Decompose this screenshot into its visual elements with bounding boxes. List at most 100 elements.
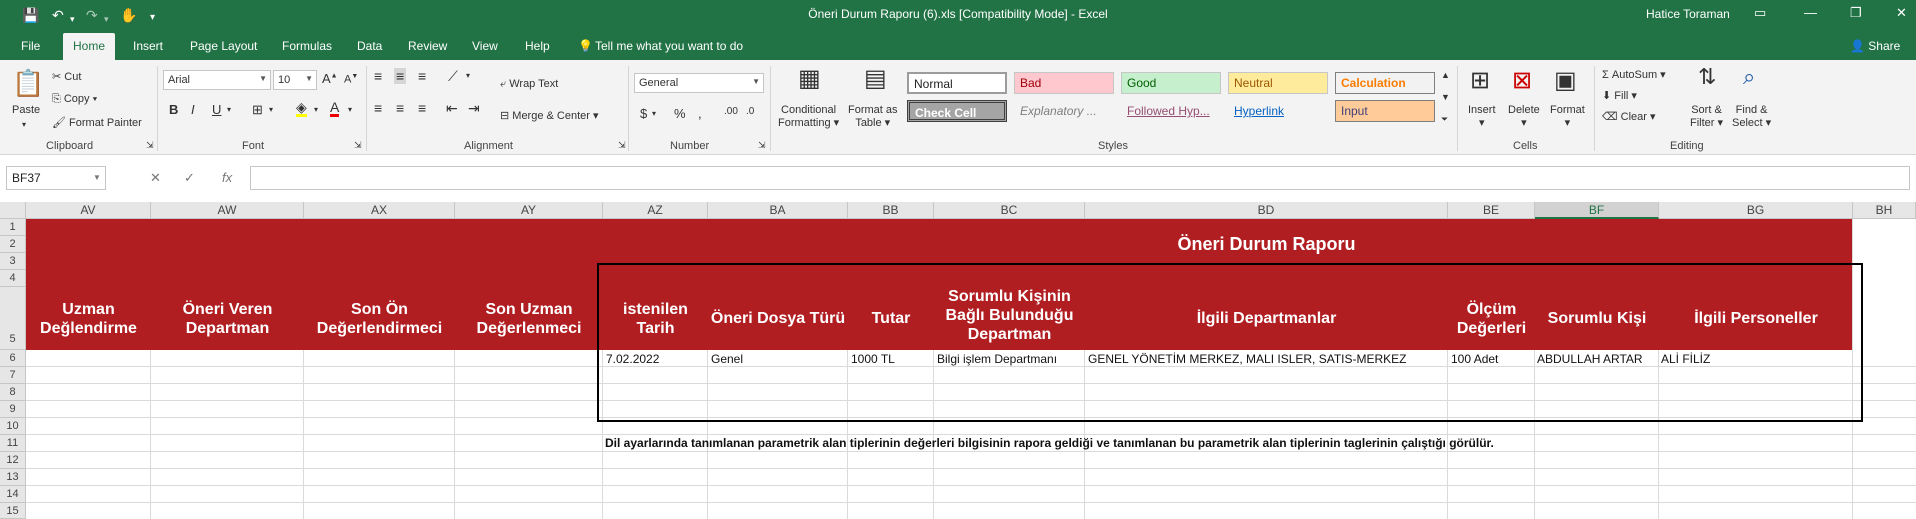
align-middle-icon[interactable]: ≡ <box>394 68 407 84</box>
select-all-corner[interactable] <box>0 202 26 219</box>
column-header-bf[interactable]: BF <box>1535 202 1659 219</box>
worksheet-grid[interactable]: AV AW AX AY AZ BA BB BC BD BE BF BG BH 1… <box>0 202 1916 519</box>
increase-indent-icon[interactable]: ⇥ <box>468 100 480 117</box>
row-header-8[interactable]: 8 <box>0 384 26 401</box>
fill-color-icon[interactable]: ◈ <box>296 100 307 117</box>
align-left-icon[interactable]: ≡ <box>374 100 382 116</box>
copy-button[interactable]: ⎘ Copy ▾ <box>52 93 97 106</box>
decrease-indent-icon[interactable]: ⇤ <box>446 100 458 117</box>
sort-filter-button[interactable]: Sort & Filter ▾ <box>1690 104 1723 130</box>
column-header-av[interactable]: AV <box>26 202 151 219</box>
font-name-select[interactable]: Arial ▼ <box>163 70 271 90</box>
fill-button[interactable]: ⬇ Fill ▾ <box>1602 89 1637 102</box>
borders-dropdown-icon[interactable]: ▾ <box>269 105 273 114</box>
styles-scroll-down-icon[interactable]: ▼ <box>1441 92 1450 102</box>
user-name[interactable]: Hatice Toraman <box>1646 7 1730 21</box>
currency-dropdown-icon[interactable]: ▾ <box>652 109 656 118</box>
sort-filter-icon[interactable]: ⇅ <box>1698 64 1716 90</box>
restore-icon[interactable]: ❐ <box>1850 5 1862 21</box>
format-cells-button[interactable]: Format ▾ <box>1550 104 1585 130</box>
align-right-icon[interactable]: ≡ <box>418 100 426 116</box>
row-header-4[interactable]: 4 <box>0 270 26 287</box>
clear-button[interactable]: ⌫ Clear ▾ <box>1602 110 1656 123</box>
insert-function-icon[interactable]: fx <box>222 170 232 185</box>
row-header-11[interactable]: 11 <box>0 435 26 452</box>
format-painter-button[interactable]: 🖌 Format Painter <box>52 116 142 129</box>
row-header-3[interactable]: 3 <box>0 253 26 270</box>
wrap-text-button[interactable]: ⤶ Wrap Text <box>500 78 558 91</box>
column-header-bb[interactable]: BB <box>848 202 934 219</box>
align-top-icon[interactable]: ≡ <box>374 68 382 84</box>
header-uzman-degerlendirme[interactable]: Uzman Değlendirme <box>26 287 151 350</box>
row-header-6[interactable]: 6 <box>0 350 26 367</box>
align-center-icon[interactable]: ≡ <box>396 100 404 116</box>
font-color-dropdown-icon[interactable]: ▾ <box>348 105 352 114</box>
styles-scroll-up-icon[interactable]: ▲ <box>1441 70 1450 80</box>
increase-font-icon[interactable]: A▲ <box>322 71 338 86</box>
find-select-icon[interactable]: ⌕ <box>1743 64 1755 90</box>
style-followed-hyperlink[interactable]: Followed Hyp... <box>1121 100 1221 122</box>
tab-insert[interactable]: Insert <box>133 39 163 53</box>
font-color-icon[interactable]: A <box>330 100 340 117</box>
row-header-7[interactable]: 7 <box>0 367 26 384</box>
row-header-14[interactable]: 14 <box>0 486 26 503</box>
style-explanatory[interactable]: Explanatory ... <box>1014 100 1114 122</box>
decrease-font-icon[interactable]: A▼ <box>344 73 358 86</box>
paste-button[interactable]: Paste <box>12 104 40 117</box>
name-box-dropdown-icon[interactable]: ▼ <box>93 173 101 182</box>
row-header-12[interactable]: 12 <box>0 452 26 469</box>
column-header-az[interactable]: AZ <box>603 202 708 219</box>
tab-page-layout[interactable]: Page Layout <box>190 39 257 53</box>
row-header-2[interactable]: 2 <box>0 236 26 253</box>
align-bottom-icon[interactable]: ≡ <box>418 68 426 84</box>
enter-icon[interactable]: ✓ <box>184 170 195 186</box>
underline-icon[interactable]: U <box>212 102 221 117</box>
currency-icon[interactable]: $ <box>640 106 647 121</box>
style-neutral[interactable]: Neutral <box>1228 72 1328 94</box>
style-good[interactable]: Good <box>1121 72 1221 94</box>
comma-style-icon[interactable]: , <box>698 106 702 121</box>
tab-review[interactable]: Review <box>408 39 447 53</box>
tab-home[interactable]: Home <box>63 33 116 60</box>
autosum-button[interactable]: Σ AutoSum ▾ <box>1602 68 1666 81</box>
paste-dropdown-icon[interactable]: ▾ <box>22 118 26 131</box>
style-hyperlink[interactable]: Hyperlink <box>1228 100 1328 122</box>
row-header-10[interactable]: 10 <box>0 418 26 435</box>
tab-view[interactable]: View <box>472 39 498 53</box>
row-header-1[interactable]: 1 <box>0 219 26 236</box>
name-box[interactable]: BF37 <box>6 166 106 190</box>
borders-icon[interactable]: ⊞ <box>252 102 263 118</box>
bold-icon[interactable]: B <box>169 102 178 117</box>
column-header-ay[interactable]: AY <box>455 202 603 219</box>
style-normal[interactable]: Normal <box>907 72 1007 94</box>
insert-cells-button[interactable]: Insert ▾ <box>1468 104 1496 130</box>
minimize-icon[interactable]: — <box>1804 5 1817 20</box>
paste-icon[interactable]: 📋 <box>12 68 44 99</box>
row-header-15[interactable]: 15 <box>0 503 26 519</box>
number-format-select[interactable]: General ▼ <box>634 73 764 93</box>
column-header-bh[interactable]: BH <box>1853 202 1916 219</box>
delete-cells-icon[interactable]: ⊠ <box>1512 66 1532 95</box>
column-header-bc[interactable]: BC <box>934 202 1085 219</box>
tab-data[interactable]: Data <box>357 39 382 53</box>
clipboard-launcher-icon[interactable]: ⇲ <box>146 140 154 151</box>
format-cells-icon[interactable]: ▣ <box>1554 66 1577 95</box>
style-check-cell[interactable]: Check Cell <box>907 100 1007 122</box>
tab-formulas[interactable]: Formulas <box>282 39 332 53</box>
header-oneri-veren-departman[interactable]: Öneri Veren Departman <box>151 287 304 350</box>
format-as-table-icon[interactable]: ▤ <box>864 64 887 93</box>
column-header-bg[interactable]: BG <box>1659 202 1853 219</box>
increase-decimal-icon[interactable]: .00 <box>724 106 738 117</box>
font-launcher-icon[interactable]: ⇲ <box>354 140 362 151</box>
conditional-formatting-button[interactable]: Conditional Formatting ▾ <box>778 104 839 130</box>
header-son-on-degerlendirmeci[interactable]: Son Ön Değerlendirmeci <box>304 287 455 350</box>
conditional-formatting-icon[interactable]: ▦ <box>798 64 821 93</box>
decrease-decimal-icon[interactable]: .0 <box>746 106 754 117</box>
merge-center-button[interactable]: ⊟ Merge & Center ▾ <box>500 109 599 122</box>
row-header-13[interactable]: 13 <box>0 469 26 486</box>
alignment-launcher-icon[interactable]: ⇲ <box>618 140 626 151</box>
styles-more-icon[interactable]: ⏷ <box>1441 114 1448 125</box>
orientation-icon[interactable]: ⟋ <box>448 68 458 85</box>
close-icon[interactable]: ✕ <box>1896 5 1907 21</box>
italic-icon[interactable]: I <box>191 102 195 117</box>
